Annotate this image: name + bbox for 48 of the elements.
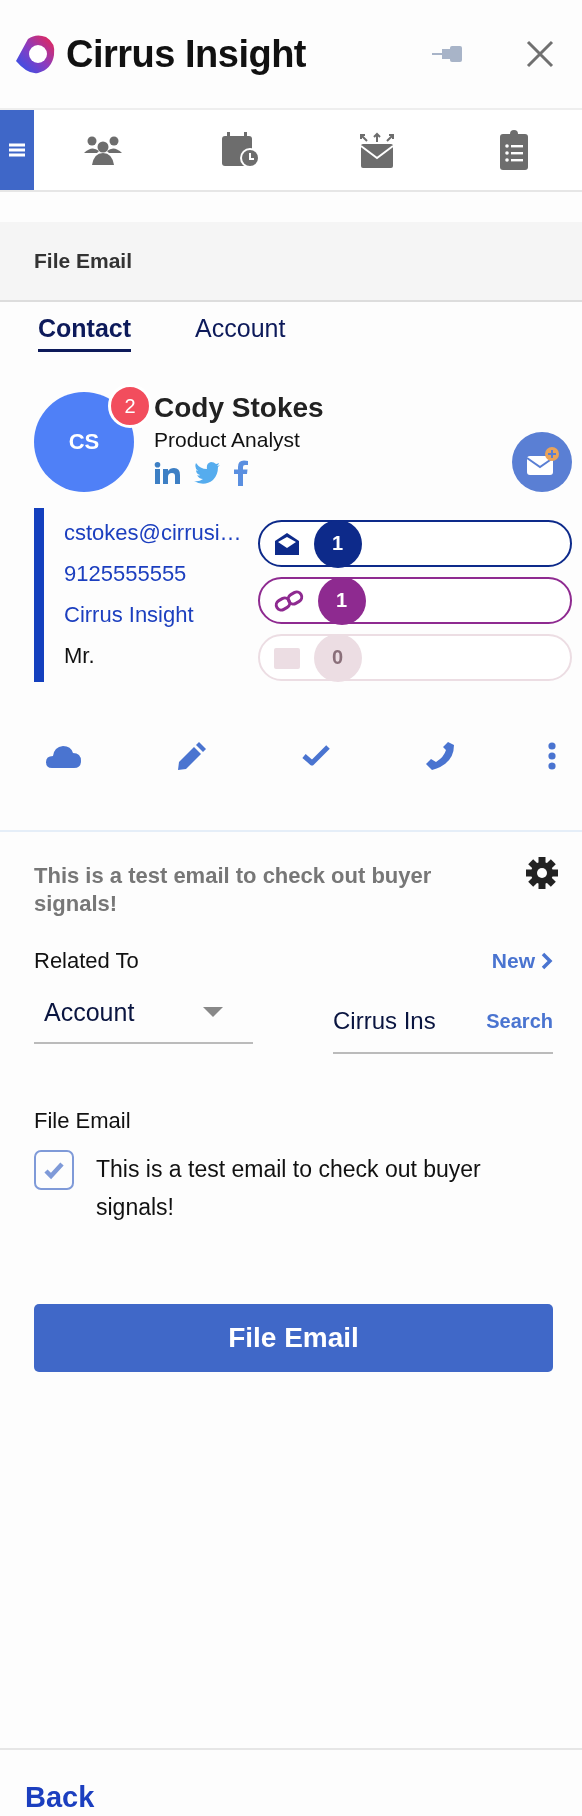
add-email-button[interactable] <box>512 432 572 492</box>
new-link[interactable]: New <box>491 949 553 973</box>
more-icon[interactable] <box>548 742 556 770</box>
contact-title: Product Analyst <box>154 428 301 452</box>
phone-icon[interactable] <box>425 742 454 770</box>
tab[interactable]: Account <box>195 314 286 352</box>
field-label: File Email <box>34 1108 132 1134</box>
people-icon <box>82 135 123 165</box>
close-icon[interactable] <box>526 40 554 68</box>
open-envelope-icon <box>273 531 300 556</box>
caret-icon <box>203 1007 223 1017</box>
window-icon <box>273 645 300 670</box>
contact-link[interactable]: Cirrus Insight <box>64 602 242 628</box>
field-label: Related To <box>34 948 139 974</box>
back-link[interactable]: Back <box>25 1778 95 1816</box>
record-search-field[interactable]: Cirrus Ins Search <box>333 990 553 1054</box>
cloud-icon[interactable] <box>46 744 82 768</box>
twitter-icon[interactable] <box>194 462 220 484</box>
pencil-icon[interactable] <box>176 741 207 771</box>
type-dropdown[interactable]: Account <box>34 990 253 1044</box>
envelope-plus-icon <box>524 446 560 478</box>
checkbox-label: This is a test email to check out buyer signals! <box>96 1155 482 1222</box>
link-icon <box>273 588 304 613</box>
contact-link[interactable]: cstokes@cirrusi… <box>64 520 242 546</box>
calendar-clock-icon <box>219 132 260 168</box>
logo-icon <box>14 33 56 75</box>
email-subject: This is a test email to check out buyer signals! <box>34 862 433 918</box>
clipboard-list-icon <box>497 130 530 170</box>
linkedin-icon[interactable] <box>154 462 180 484</box>
notification-badge: 2 <box>108 384 152 428</box>
menu-button[interactable] <box>0 110 34 190</box>
file-email-button[interactable]: File Email <box>34 1304 553 1372</box>
facebook-icon[interactable] <box>234 460 248 486</box>
settings-icon[interactable] <box>525 856 559 890</box>
contact-name: Cody Stokes <box>154 392 325 424</box>
contact-link[interactable]: 9125555555 <box>64 561 242 587</box>
chevron-right-icon <box>541 952 553 970</box>
checkmark-icon[interactable] <box>301 744 331 768</box>
app-name: Cirrus Insight <box>66 32 307 76</box>
envelope-arrows-icon <box>358 132 395 168</box>
menu-icon <box>8 142 26 158</box>
check-icon <box>43 1160 65 1180</box>
checkbox[interactable] <box>34 1150 74 1190</box>
section-title: File Email <box>34 249 133 273</box>
activity-counter[interactable]: 1 <box>257 577 572 624</box>
activity-counter[interactable]: 1 <box>257 520 572 567</box>
contact-salutation: Mr. <box>64 643 96 669</box>
tab[interactable]: Contact <box>38 314 132 352</box>
